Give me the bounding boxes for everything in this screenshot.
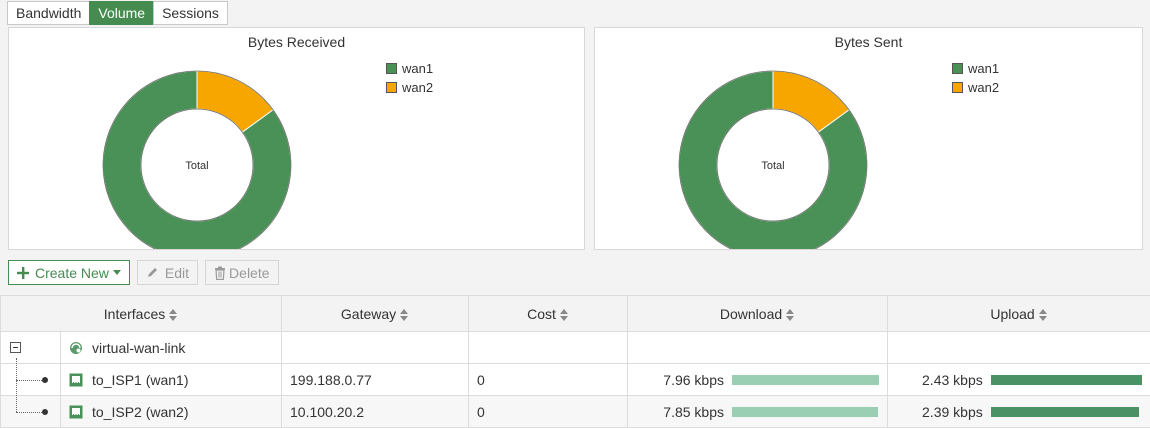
download-bar-fill — [732, 375, 879, 385]
tab-sessions[interactable]: Sessions — [153, 1, 228, 25]
delete-label: Delete — [229, 265, 269, 281]
table-group-row[interactable]: virtual-wan-link — [1, 332, 1150, 364]
download-cell: 7.85 kbps — [628, 396, 888, 428]
tree-cell — [1, 364, 61, 396]
tree-cell — [1, 396, 61, 428]
group-name-cell: virtual-wan-link — [61, 332, 282, 364]
col-header-download[interactable]: Download — [628, 296, 888, 332]
interface-cell: to_ISP1 (wan1) — [61, 364, 282, 396]
upload-cell: 2.43 kbps — [888, 364, 1150, 396]
legend-label: wan1 — [402, 61, 433, 76]
tree-connector — [16, 358, 17, 380]
tree-node-dot — [42, 377, 48, 383]
port-icon — [69, 405, 83, 419]
cost-cell: 0 — [469, 364, 628, 396]
col-header-interfaces[interactable]: Interfaces — [1, 296, 282, 332]
port-icon — [69, 373, 83, 387]
legend-item-wan1[interactable]: wan1 — [386, 59, 433, 78]
tab-bandwidth[interactable]: Bandwidth — [7, 1, 90, 25]
edit-button[interactable]: Edit — [137, 260, 198, 285]
sort-icon — [169, 309, 178, 321]
legend-swatch-wan2 — [952, 82, 963, 93]
tree-cell — [1, 332, 61, 364]
plus-icon — [17, 267, 29, 279]
upload-value: 2.39 kbps — [922, 404, 983, 420]
bytes-sent-panel: Bytes Sent Total wan1 wan2 — [594, 27, 1143, 250]
create-new-button[interactable]: Create New — [8, 260, 130, 285]
legend-swatch-wan2 — [386, 82, 397, 93]
tab-volume[interactable]: Volume — [89, 1, 154, 25]
legend-item-wan1[interactable]: wan1 — [952, 59, 999, 78]
table-row[interactable]: to_ISP1 (wan1) 199.188.0.77 0 7.96 kbps … — [1, 364, 1150, 396]
chart-legend: wan1 wan2 — [386, 59, 433, 97]
upload-value: 2.43 kbps — [922, 372, 983, 388]
donut-center-label: Total — [761, 160, 784, 172]
upload-bar-fill — [991, 407, 1139, 417]
edit-label: Edit — [165, 265, 189, 281]
interface-cell: to_ISP2 (wan2) — [61, 396, 282, 428]
bytes-sent-donut: Total — [595, 28, 1142, 249]
tree-connector — [16, 412, 44, 413]
download-value: 7.85 kbps — [663, 404, 724, 420]
chevron-down-icon — [113, 270, 121, 275]
col-header-upload[interactable]: Upload — [888, 296, 1150, 332]
interface-name: to_ISP2 (wan2) — [92, 404, 189, 420]
legend-item-wan2[interactable]: wan2 — [952, 78, 999, 97]
donut-center-label: Total — [185, 160, 208, 172]
bytes-received-donut: Total — [9, 28, 584, 249]
download-bar — [732, 375, 879, 385]
sd-wan-table: Interfaces Gateway Cost Download Upload … — [0, 295, 1150, 428]
upload-cell: 2.39 kbps — [888, 396, 1150, 428]
toolbar: Create New Edit Delete — [8, 260, 279, 285]
collapse-icon[interactable] — [10, 342, 21, 353]
legend-label: wan1 — [968, 61, 999, 76]
sort-icon — [786, 309, 795, 321]
download-cell: 7.96 kbps — [628, 364, 888, 396]
trash-icon — [214, 266, 226, 280]
delete-button[interactable]: Delete — [205, 260, 278, 285]
legend-swatch-wan1 — [952, 63, 963, 74]
tree-connector — [16, 380, 17, 412]
tree-connector — [16, 380, 44, 381]
gateway-cell: 199.188.0.77 — [282, 364, 469, 396]
col-header-gateway[interactable]: Gateway — [282, 296, 469, 332]
chart-legend: wan1 wan2 — [952, 59, 999, 97]
upload-bar — [991, 375, 1142, 385]
download-bar — [732, 407, 879, 417]
legend-label: wan2 — [968, 80, 999, 95]
legend-swatch-wan1 — [386, 63, 397, 74]
bytes-received-panel: Bytes Received Total wan1 wan2 — [8, 27, 585, 250]
download-value: 7.96 kbps — [663, 372, 724, 388]
legend-label: wan2 — [402, 80, 433, 95]
cost-cell: 0 — [469, 396, 628, 428]
upload-bar — [991, 407, 1142, 417]
view-tabs: Bandwidth Volume Sessions — [7, 1, 228, 25]
interface-name: to_ISP1 (wan1) — [92, 372, 189, 388]
upload-bar-fill — [991, 375, 1142, 385]
sort-icon — [1039, 309, 1048, 321]
create-new-label: Create New — [35, 265, 109, 281]
sort-icon — [560, 309, 569, 321]
download-bar-fill — [732, 407, 878, 417]
sort-icon — [400, 309, 409, 321]
legend-item-wan2[interactable]: wan2 — [386, 78, 433, 97]
table-row[interactable]: to_ISP2 (wan2) 10.100.20.2 0 7.85 kbps 2… — [1, 396, 1150, 428]
gateway-cell: 10.100.20.2 — [282, 396, 469, 428]
sd-wan-icon — [69, 341, 83, 355]
col-header-cost[interactable]: Cost — [469, 296, 628, 332]
tree-node-dot — [42, 409, 48, 415]
pencil-icon — [146, 266, 159, 279]
group-name: virtual-wan-link — [92, 340, 185, 356]
